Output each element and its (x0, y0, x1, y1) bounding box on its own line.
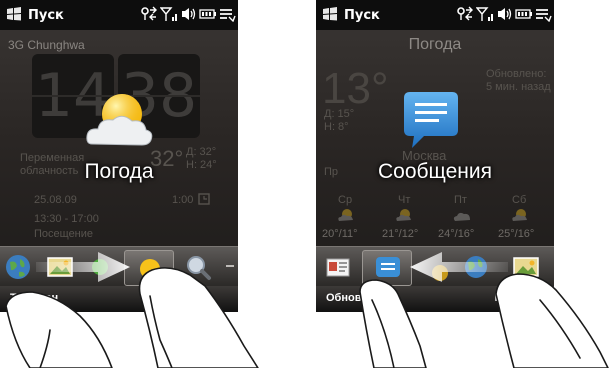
softkey-phone[interactable]: Телефон (10, 292, 58, 304)
forecast-day: Сб (512, 194, 527, 206)
photos-icon[interactable] (512, 253, 540, 281)
app-label: Сообщения (378, 160, 492, 183)
menu-icon[interactable] (534, 6, 552, 22)
appointment-time: 13:30 - 17:00 (34, 213, 99, 225)
globe-icon[interactable] (4, 253, 32, 281)
forecast-cloud-icon (453, 212, 470, 221)
weather-day-temp: Д: 15° (324, 108, 355, 120)
signal-icon (160, 7, 177, 21)
calendar-date: 25.08.09 (34, 194, 77, 206)
weather-icon (140, 259, 160, 279)
weather-updated: Обновлено: 5 мин. назад (486, 68, 551, 93)
weather-big-temp: 13° (322, 64, 389, 113)
screen-title: Погода (408, 36, 462, 53)
signal-icon (476, 7, 493, 21)
softkey-bar: Обнов Меню (316, 286, 554, 312)
forecast-sun-cloud-icon (512, 209, 527, 221)
battery-icon (199, 9, 216, 19)
status-bar: Пуск (0, 0, 238, 30)
status-bar: Пуск (316, 0, 554, 30)
alarm-icon (198, 193, 210, 205)
windows-flag-icon[interactable] (322, 7, 338, 21)
softkey-bar: Телефон (0, 286, 238, 312)
weather-night-temp: Н: 8° (324, 121, 349, 133)
battery-icon (515, 9, 532, 19)
forecast-temps: 24°/16° (438, 228, 475, 240)
start-menu-label[interactable]: Пуск (344, 8, 380, 23)
weather-high: Д: 32° (186, 146, 217, 158)
weather-sun-cloud-icon (86, 94, 153, 146)
swipe-right-arrow (36, 252, 130, 282)
menu-icon[interactable] (218, 6, 236, 22)
softkey-menu[interactable]: Меню (495, 292, 526, 304)
softkey-update[interactable]: Обнов (326, 292, 361, 304)
contacts-icon[interactable] (324, 253, 352, 281)
appointment-title: Посещение (34, 228, 94, 240)
calendar-time: 1:00 (172, 194, 194, 206)
messages-icon (376, 257, 400, 277)
forecast-sun-cloud-icon (396, 209, 411, 221)
start-menu-label[interactable]: Пуск (28, 8, 64, 23)
connection-icon (457, 6, 473, 21)
forecast-temps: 21°/12° (382, 228, 419, 240)
carrier-name: 3G Chunghwa (8, 38, 85, 52)
tab-messages-selected[interactable] (362, 250, 412, 286)
windows-flag-icon[interactable] (6, 7, 22, 21)
right-phone-screen: Пуск Погода 13° Д: 15° Н: 8° Обновлено: … (316, 0, 554, 312)
forecast-day: Чт (398, 194, 411, 206)
app-label: Погода (84, 160, 154, 183)
volume-icon (182, 8, 196, 20)
forecast-sun-cloud-icon (338, 209, 353, 221)
messages-bubble-icon (404, 92, 458, 148)
connection-icon (141, 6, 157, 21)
forecast-day: Ср (338, 194, 353, 206)
left-phone-screen: Пуск 3G Chunghwa 14 38 Переменная облачн… (0, 0, 238, 312)
forecast-day: Пт (454, 194, 467, 206)
volume-icon (498, 8, 512, 20)
forecast-temps: 25°/16° (498, 228, 535, 240)
forecast-temps: 20°/11° (322, 228, 358, 240)
more-tabs-indicator (226, 265, 234, 267)
swipe-left-arrow (410, 252, 508, 282)
search-icon[interactable] (184, 253, 212, 281)
